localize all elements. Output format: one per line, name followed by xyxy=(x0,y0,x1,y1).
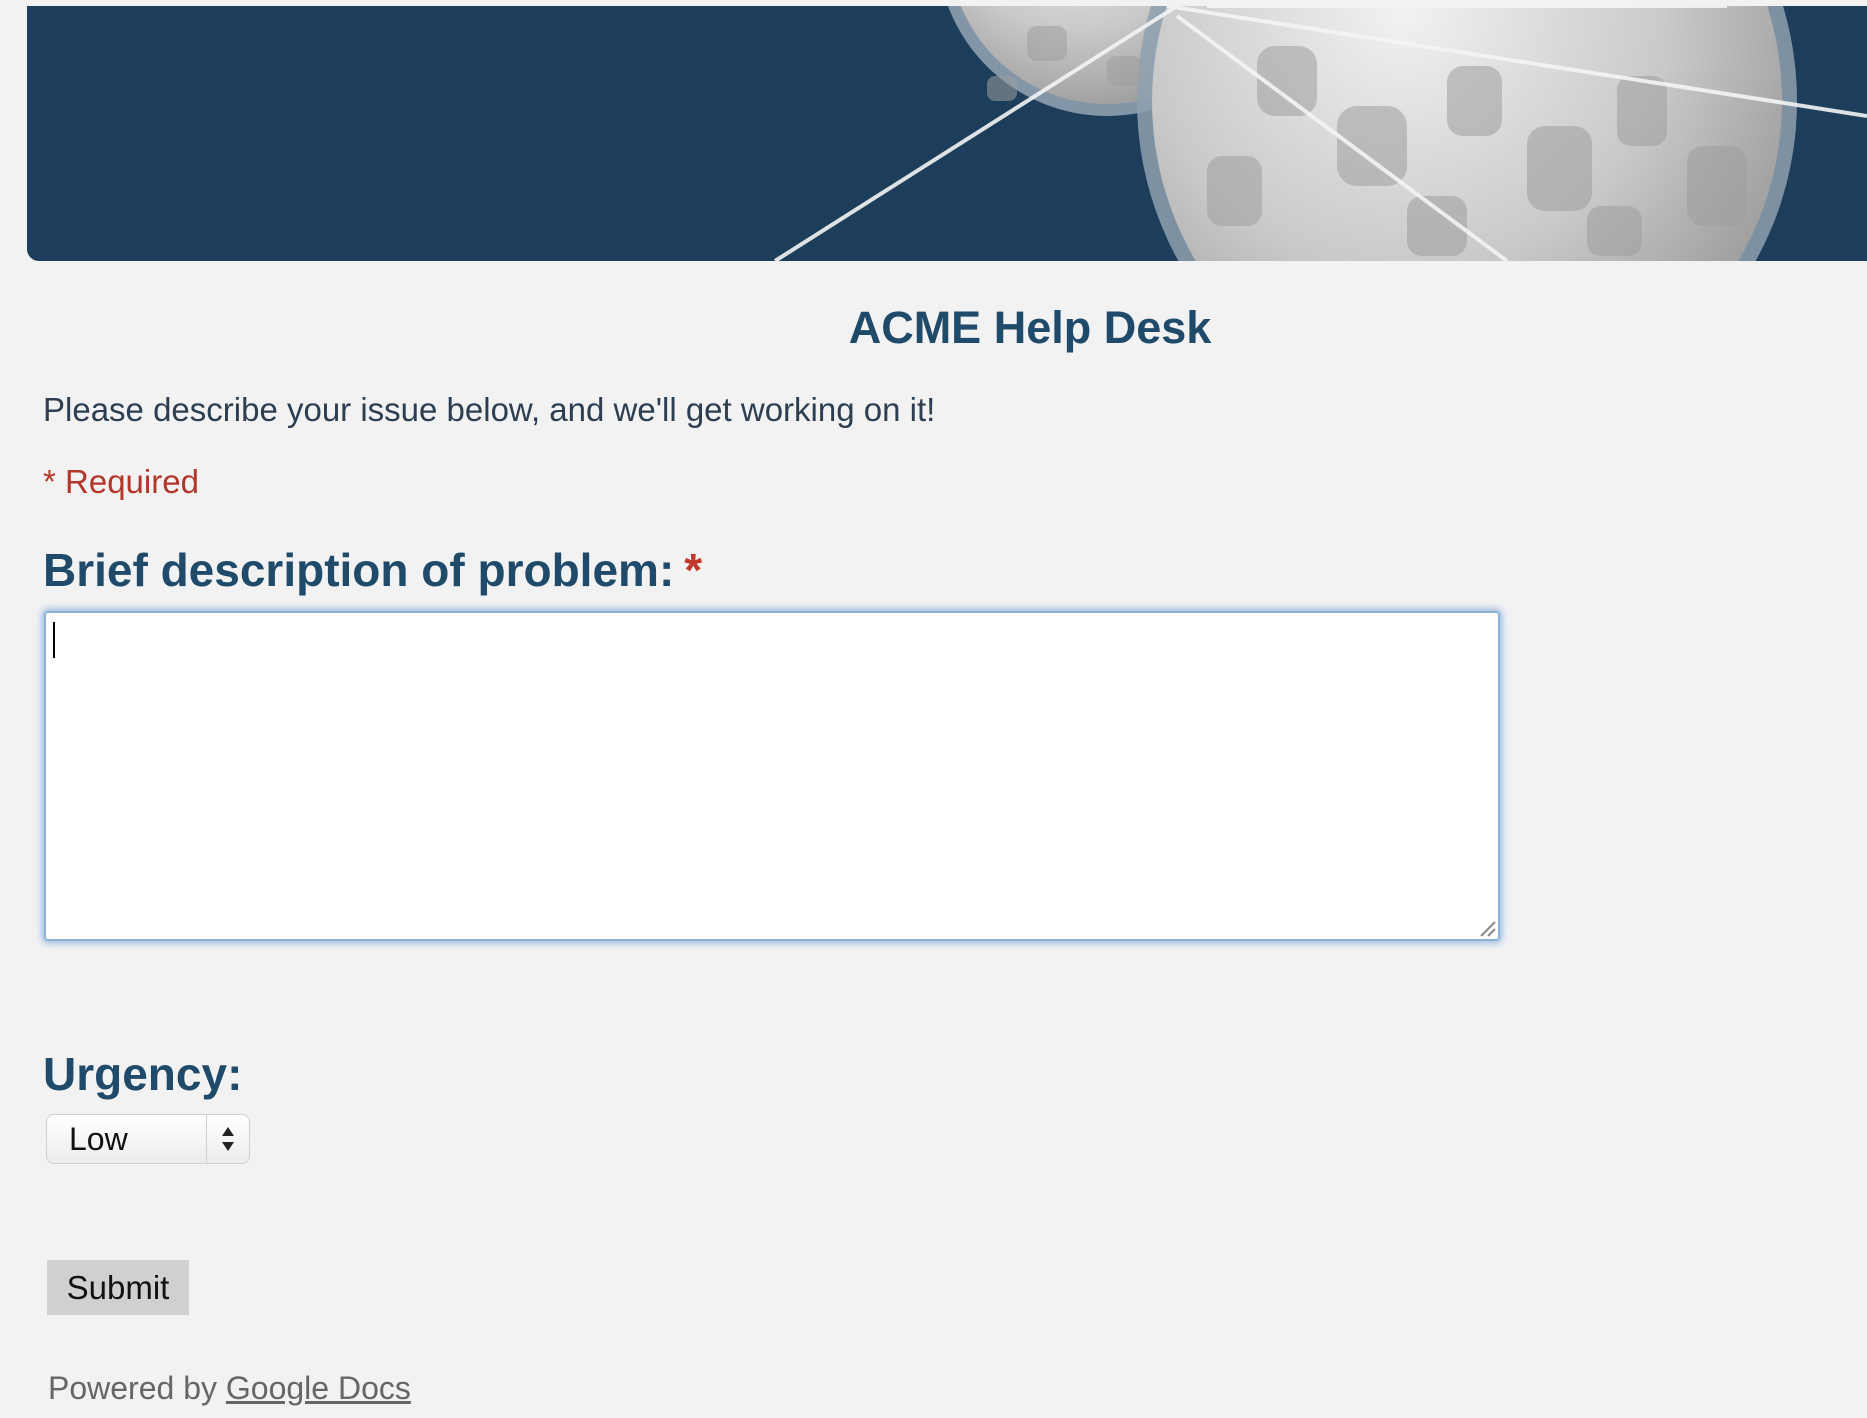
header-banner xyxy=(27,6,1867,261)
footer: Powered by Google Docs xyxy=(48,1368,411,1408)
required-note: * Required xyxy=(43,463,199,500)
select-arrows-icon xyxy=(206,1115,249,1163)
footer-prefix: Powered by xyxy=(48,1370,217,1406)
description-label: Brief description of problem: * xyxy=(43,543,702,597)
urgency-select[interactable]: Low xyxy=(46,1114,250,1164)
form-description: Please describe your issue below, and we… xyxy=(43,391,936,428)
description-label-text: Brief description of problem: xyxy=(43,544,675,596)
urgency-label: Urgency: xyxy=(43,1048,243,1100)
text-caret xyxy=(53,622,55,658)
description-textarea[interactable] xyxy=(44,611,1500,941)
submit-button[interactable]: Submit xyxy=(47,1260,189,1315)
resize-grip-icon[interactable] xyxy=(1477,918,1497,938)
google-docs-link[interactable]: Google Docs xyxy=(226,1370,411,1406)
header-graphic xyxy=(773,6,1867,261)
urgency-selected-value: Low xyxy=(69,1120,128,1157)
form-title: ACME Help Desk xyxy=(848,302,1212,353)
required-star: * xyxy=(684,544,703,596)
